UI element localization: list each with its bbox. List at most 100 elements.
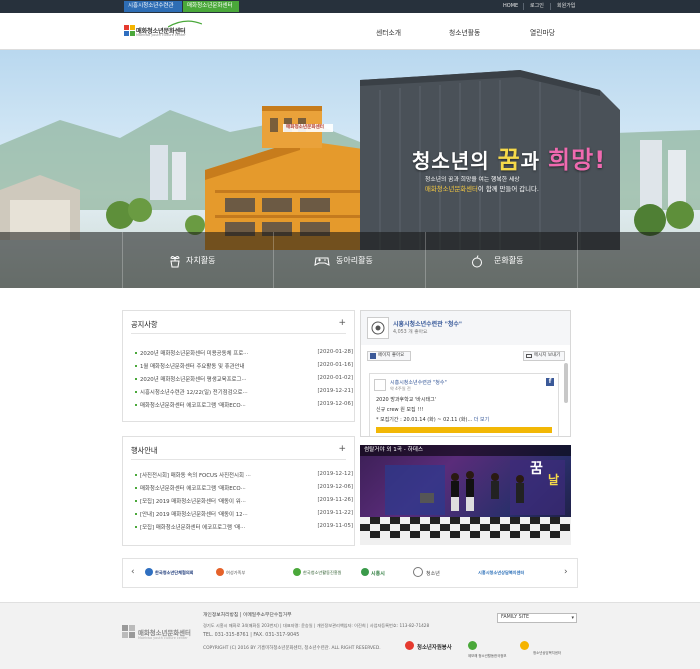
org-logo[interactable]: 청소년자원봉사 bbox=[417, 643, 452, 651]
org-logo[interactable]: 청소년상담복지센터 bbox=[533, 650, 561, 655]
plant-icon[interactable] bbox=[168, 254, 182, 268]
facebook-header: 시흥시청소년수련관 "청수" 4,053 개 좋아요 bbox=[361, 311, 570, 345]
facebook-page-name[interactable]: 시흥시청소년수련관 "청수" bbox=[393, 319, 462, 328]
chevron-left-icon[interactable]: ‹ bbox=[131, 567, 135, 577]
partner-logo-mark bbox=[361, 568, 369, 576]
post-line: 신규 crew 원 모집 !!! bbox=[376, 407, 424, 413]
notice-panel: 공지사항 + 2020년 매화청소년문화센터 미용공동체 프로··· [2020-… bbox=[122, 310, 355, 422]
item-date: [2019-12-06] bbox=[317, 401, 353, 407]
footer-policy-links[interactable]: 개인정보처리방침 | 이메일주소무단수집거부 bbox=[203, 611, 292, 618]
facebook-logo-icon: f bbox=[546, 378, 554, 386]
partner-logo[interactable]: 시흥시 bbox=[371, 570, 385, 577]
item-date: [2020-01-16] bbox=[317, 362, 353, 368]
item-title[interactable]: 매화청소년문화센터 에코프로그램 '매화ECO··· bbox=[140, 401, 290, 409]
item-date: [2020-01-02] bbox=[317, 375, 353, 381]
item-title[interactable]: 매화청소년문화센터 에코프로그램 '매화ECO··· bbox=[140, 484, 290, 492]
notice-more-button[interactable]: + bbox=[338, 318, 346, 328]
facebook-like-button[interactable]: 페이지 좋아요 bbox=[367, 351, 411, 361]
site-logo[interactable]: 매화청소년문화센터 Maehwa youth culture center bbox=[124, 20, 204, 42]
facebook-icon bbox=[370, 353, 376, 359]
family-site-select[interactable]: FAMILY SITE ▾ bbox=[497, 613, 577, 623]
category-self-governance[interactable]: 자치활동 bbox=[186, 255, 215, 266]
item-date: [2020-01-28] bbox=[317, 349, 353, 355]
nav-open-board[interactable]: 열린마당 bbox=[530, 27, 555, 37]
bullet bbox=[135, 513, 137, 515]
list-item[interactable]: 1월 매화청소년문화센터 주요활동 및 휴관안내 [2020-01-16] bbox=[135, 361, 353, 372]
bullet bbox=[135, 500, 137, 502]
apple-icon[interactable] bbox=[470, 254, 484, 268]
item-title[interactable]: 2020년 매화청소년문화센터 평생교육프로그··· bbox=[140, 375, 290, 383]
partner-logo-mark bbox=[216, 568, 224, 576]
events-more-button[interactable]: + bbox=[338, 444, 346, 454]
partner-logo[interactable]: 시흥시청소년상담복지센터 bbox=[478, 570, 524, 576]
list-item[interactable]: 매화청소년문화센터 에코프로그램 '매화ECO··· [2019-12-06] bbox=[135, 483, 353, 494]
footer-logo-subtitle: Maehwa youth culture center bbox=[138, 636, 188, 640]
list-item[interactable]: [안내] 2019 매화청소년문화센터 '매동이 12··· [2019-11-2… bbox=[135, 509, 353, 520]
item-title[interactable]: 1월 매화청소년문화센터 주요활동 및 휴관안내 bbox=[140, 362, 290, 370]
chevron-right-icon[interactable]: › bbox=[564, 567, 568, 577]
hero-tagline-1: 청소년의 꿈과 희망을 여는 행복한 세상 bbox=[425, 177, 520, 183]
video-overlay-text: 날 bbox=[548, 473, 560, 487]
hero-banner: 매화청소년문화센터 청소년의 꿈과 희망! 청소년의 꿈과 희망을 여는 행복한… bbox=[0, 50, 700, 288]
util-divider bbox=[523, 3, 524, 10]
footer-address: 경기도 시흥시 매화로 34(매화동 203번지) | 대표자명: 윤승일 | … bbox=[203, 623, 430, 628]
signup-link[interactable]: 회원가입 bbox=[557, 0, 575, 13]
video-player[interactable]: 꿈 날 썸탈거야 외 1곡 - 하데스 bbox=[360, 445, 571, 545]
partner-logo[interactable]: 한국청소년단체협의회 bbox=[155, 570, 194, 576]
category-club[interactable]: 동아리활동 bbox=[336, 255, 373, 266]
post-author[interactable]: 시흥시청소년수련관 "청수" bbox=[390, 379, 447, 386]
list-item[interactable]: 2020년 매화청소년문화센터 미용공동체 프로··· [2020-01-28] bbox=[135, 348, 353, 359]
post-avatar bbox=[374, 379, 386, 391]
nav-about[interactable]: 센터소개 bbox=[376, 27, 401, 37]
list-item[interactable]: 시흥시청소년수련관 12/22(일) 전기점검으로··· [2019-12-21] bbox=[135, 387, 353, 398]
hero-tagline-2: 매화청소년문화센터이 함께 만들어 갑니다. bbox=[425, 184, 539, 193]
item-title[interactable]: [안내] 2019 매화청소년문화센터 '매동이 12··· bbox=[140, 510, 290, 518]
partner-logo[interactable]: 여성가족부 bbox=[226, 570, 245, 576]
category-culture[interactable]: 문화활동 bbox=[494, 255, 523, 266]
site-tab-suryeongwan[interactable]: 시흥시청소년수련관 bbox=[124, 1, 182, 12]
org-logo-mark bbox=[405, 641, 414, 650]
scrollbar[interactable] bbox=[564, 363, 568, 403]
item-title[interactable]: [모집] 매화청소년문화센터 에코프로그램 '매··· bbox=[140, 523, 290, 531]
chevron-down-icon: ▾ bbox=[571, 615, 574, 621]
video-title[interactable]: 썸탈거야 외 1곡 - 하데스 bbox=[360, 445, 571, 456]
partner-logo[interactable]: 한국청소년활동진흥원 bbox=[303, 570, 342, 576]
strip-divider bbox=[122, 232, 123, 288]
strip-divider bbox=[577, 232, 578, 288]
video-overlay-text: 꿈 bbox=[530, 461, 543, 477]
item-title[interactable]: 시흥시청소년수련관 12/22(일) 전기점검으로··· bbox=[140, 388, 290, 396]
item-date: [2019-11-05] bbox=[317, 523, 353, 529]
partner-logo[interactable]: 청소년 bbox=[426, 570, 440, 577]
footer-copyright: COPYRIGHT (C) 2016 BY 기흥미하청소년문화센터, 청소년수련… bbox=[203, 646, 381, 651]
site-tab-maehwa[interactable]: 매화청소년문화센터 bbox=[183, 1, 239, 12]
logo-mark-icon bbox=[124, 25, 135, 36]
post-line: * 모집기간 : 20.01.14 (화) ~ 02.11 (화)... 더 보… bbox=[376, 416, 489, 423]
divider bbox=[131, 333, 346, 334]
list-item[interactable]: 매화청소년문화센터 에코프로그램 '매화ECO··· [2019-12-06] bbox=[135, 400, 353, 411]
item-title[interactable]: [사진전시회] 매화동 속의 FOCUS 사진전시회 ··· bbox=[140, 471, 290, 479]
facebook-message-button[interactable]: 메시지 보내기 bbox=[523, 351, 565, 361]
item-title[interactable]: 2020년 매화청소년문화센터 미용공동체 프로··· bbox=[140, 349, 290, 357]
partner-logo-mark bbox=[413, 567, 423, 577]
nav-activities[interactable]: 청소년활동 bbox=[449, 27, 480, 37]
family-site-label: FAMILY SITE bbox=[501, 615, 530, 620]
bullet bbox=[135, 391, 137, 393]
bullet bbox=[135, 487, 137, 489]
list-item[interactable]: [사진전시회] 매화동 속의 FOCUS 사진전시회 ··· [2019-12-1… bbox=[135, 470, 353, 481]
events-title: 행사안내 bbox=[131, 446, 158, 455]
post-more-link[interactable]: 더 보기 bbox=[474, 417, 489, 423]
item-title[interactable]: [모집] 2019 매화청소년문화센터 '매동이 워··· bbox=[140, 497, 290, 505]
like-button-label: 페이지 좋아요 bbox=[378, 353, 405, 358]
facebook-post[interactable]: 시흥시청소년수련관 "청수" 약 4주일 전 f 2020 방과후학교 '바시태… bbox=[369, 373, 559, 436]
facebook-avatar[interactable] bbox=[367, 317, 389, 339]
item-date: [2019-12-12] bbox=[317, 471, 353, 477]
home-link[interactable]: HOME bbox=[503, 0, 518, 13]
org-logo[interactable]: 제보해 청소년활동한국정보 bbox=[468, 653, 507, 658]
list-item[interactable]: [모집] 2019 매화청소년문화센터 '매동이 워··· [2019-11-26… bbox=[135, 496, 353, 507]
list-item[interactable]: 2020년 매화청소년문화센터 평생교육프로그··· [2020-01-02] bbox=[135, 374, 353, 385]
list-item[interactable]: [모집] 매화청소년문화센터 에코프로그램 '매··· [2019-11-05] bbox=[135, 522, 353, 533]
gamepad-icon[interactable] bbox=[314, 254, 330, 268]
login-link[interactable]: 로그인 bbox=[530, 0, 544, 13]
org-logo-mark bbox=[468, 641, 477, 650]
logo-swoosh-icon bbox=[168, 20, 202, 28]
